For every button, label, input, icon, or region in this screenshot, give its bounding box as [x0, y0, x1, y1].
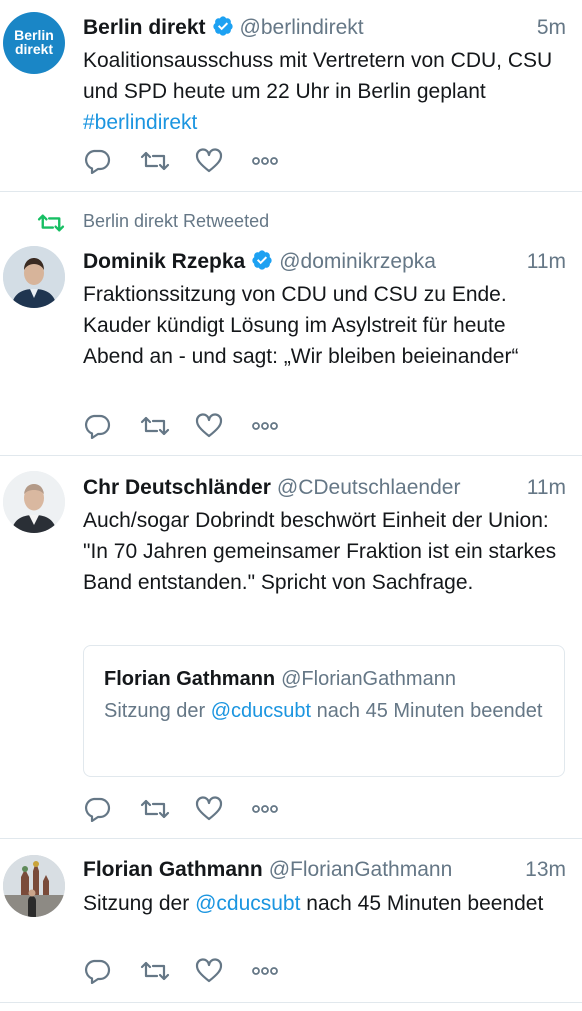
retweet-button[interactable]: [139, 956, 195, 986]
more-icon: [252, 967, 278, 975]
retweet-button[interactable]: [139, 146, 195, 176]
avatar[interactable]: [3, 471, 65, 533]
tweet-text: Sitzung der @cducsubt nach 45 Minuten be…: [83, 888, 566, 919]
tweet-dominik-rzepka[interactable]: Berlin direkt Retweeted Dominik Rzepka @d…: [0, 192, 582, 456]
display-name[interactable]: Berlin direkt: [83, 16, 206, 39]
tweet-text-end: nach 45 Minuten beendet: [300, 892, 544, 915]
retweet-icon: [140, 416, 170, 436]
tweet-text: Fraktionssitzung von CDU und CSU zu Ende…: [83, 283, 519, 368]
avatar-photo: [3, 246, 65, 308]
quoted-text-end: nach 45 Minuten beendet: [311, 700, 543, 722]
handle[interactable]: @berlindirekt: [240, 16, 364, 39]
reply-button[interactable]: [83, 146, 139, 176]
tweet-text-start: Sitzung der: [83, 892, 196, 915]
display-name[interactable]: Chr Deutschländer: [83, 476, 271, 499]
like-icon: [195, 148, 223, 173]
display-name[interactable]: Florian Gathmann: [83, 858, 263, 881]
like-icon: [195, 958, 223, 983]
like-icon: [195, 796, 223, 821]
timestamp[interactable]: 11m: [527, 473, 566, 503]
quoted-handle: @FlorianGathmann: [281, 668, 456, 690]
timestamp[interactable]: 13m: [525, 855, 566, 885]
avatar-logo-text: Berlin: [14, 27, 54, 43]
verified-icon: [212, 16, 233, 36]
mention-link[interactable]: @cducsubt: [211, 700, 311, 722]
avatar[interactable]: [3, 855, 65, 917]
reply-button[interactable]: [83, 956, 139, 986]
mention-link[interactable]: @cducsubt: [195, 892, 300, 915]
quoted-tweet[interactable]: Florian Gathmann @FlorianGathmann Sitzung…: [83, 645, 565, 777]
like-button[interactable]: [195, 956, 251, 986]
more-button[interactable]: [251, 794, 307, 824]
reply-icon: [85, 797, 111, 822]
retweet-icon: [140, 799, 170, 819]
reply-button[interactable]: [83, 794, 139, 824]
more-icon: [252, 805, 278, 813]
like-icon: [195, 413, 223, 438]
retweet-icon: [140, 961, 170, 981]
more-button[interactable]: [251, 146, 307, 176]
handle[interactable]: @FlorianGathmann: [269, 858, 453, 881]
more-button[interactable]: [251, 956, 307, 986]
avatar-photo: [3, 471, 65, 533]
quoted-text: Sitzung der @cducsubt nach 45 Minuten be…: [104, 696, 544, 727]
handle[interactable]: @CDeutschlaender: [277, 476, 461, 499]
tweet-berlin-direkt[interactable]: Berlin direkt Berlin direkt @berlindirekt…: [0, 0, 582, 192]
retweet-button[interactable]: [139, 411, 195, 441]
avatar-logo-text-2: direkt: [14, 41, 54, 57]
timestamp[interactable]: 11m: [527, 247, 566, 277]
retweet-indicator-icon: [37, 214, 65, 232]
tweet-text: Auch/sogar Dobrindt beschwört Einheit de…: [83, 509, 557, 594]
quoted-text-start: Sitzung der: [104, 700, 211, 722]
retweet-icon: [140, 151, 170, 171]
like-button[interactable]: [195, 146, 251, 176]
reply-button[interactable]: [83, 411, 139, 441]
more-icon: [252, 422, 278, 430]
hashtag-link[interactable]: #berlindirekt: [83, 111, 197, 134]
like-button[interactable]: [195, 411, 251, 441]
quoted-display-name: Florian Gathmann: [104, 668, 276, 690]
verified-icon: [252, 250, 272, 270]
tweet-florian-gathmann[interactable]: Florian Gathmann @FlorianGathmann 13m Sit…: [0, 839, 582, 1003]
reply-icon: [85, 959, 111, 984]
avatar-photo: [3, 855, 65, 917]
reply-icon: [85, 414, 111, 439]
retweet-context[interactable]: Berlin direkt Retweeted: [83, 211, 269, 232]
tweet-chr-deutschlaender[interactable]: Chr Deutschländer @CDeutschlaender 11m Au…: [0, 456, 582, 839]
more-button[interactable]: [251, 411, 307, 441]
tweet-text-body: Koalitionsausschuss mit Vertretern von C…: [83, 49, 553, 103]
avatar[interactable]: [3, 246, 65, 308]
reply-icon: [85, 149, 111, 174]
timestamp[interactable]: 5m: [537, 13, 566, 43]
handle[interactable]: @dominikrzepka: [279, 250, 436, 273]
retweet-button[interactable]: [139, 794, 195, 824]
like-button[interactable]: [195, 794, 251, 824]
avatar[interactable]: Berlin direkt: [3, 12, 65, 74]
display-name[interactable]: Dominik Rzepka: [83, 250, 245, 273]
more-icon: [252, 157, 278, 165]
tweet-text: Koalitionsausschuss mit Vertretern von C…: [83, 45, 566, 138]
